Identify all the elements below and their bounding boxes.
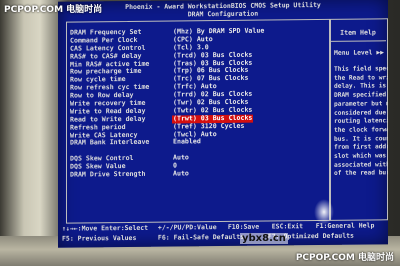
- footer-value: +/-/PU/PD:Value: [157, 223, 217, 232]
- help-text-line: slot which was not: [334, 152, 388, 160]
- setting-value[interactable]: Auto: [172, 169, 190, 178]
- bios-title: Phoenix - Award WorkstationBIOS CMOS Set…: [58, 0, 388, 19]
- footer-previous: F5: Previous Values: [62, 233, 137, 243]
- key-legend: ↑↓→←:Move Enter:Select +/-/PU/PD:Value F…: [58, 220, 388, 247]
- menu-level: Menu Level ▶▶: [334, 48, 385, 57]
- bios-screen: Phoenix - Award WorkstationBIOS CMOS Set…: [58, 0, 388, 248]
- settings-list: DRAM Frequency Set (Mhz) By DRAM SPD Valu…: [70, 27, 326, 180]
- help-text-line: DRAM specified timing: [334, 91, 388, 99]
- screen-glare: [314, 198, 334, 226]
- help-text: This field specifies the Read to write del…: [334, 65, 388, 179]
- setting-value[interactable]: Enabled: [172, 138, 202, 147]
- setting-label: DRAM Drive Strength: [70, 170, 146, 179]
- help-text-line: the clock forwarded: [334, 126, 388, 134]
- help-text-line: of the read burst.: [334, 169, 388, 178]
- watermark-bottom: PCPOP.COM 电脑时尚: [295, 253, 394, 263]
- help-text-line: This field specifies: [334, 65, 388, 73]
- footer-exit: ESC:Exit: [271, 222, 304, 231]
- footer-save: F10:Save: [227, 222, 260, 231]
- watermark-top: PCPOP.COM 电脑时尚: [4, 5, 103, 15]
- watermark-middle: ybx8.cn: [240, 233, 288, 244]
- help-text-line: parameter but must be: [334, 100, 388, 108]
- help-title: Item Help: [340, 28, 376, 37]
